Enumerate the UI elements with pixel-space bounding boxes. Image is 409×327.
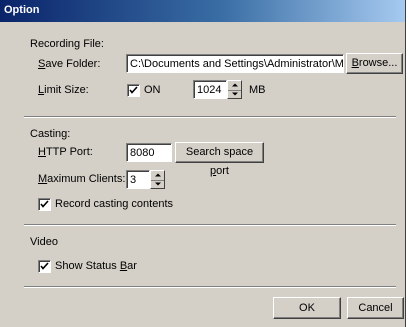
arrow-up-icon: [154, 173, 161, 177]
spin-up-button[interactable]: [151, 171, 164, 180]
separator: [24, 224, 396, 226]
limit-size-checkbox[interactable]: [127, 84, 140, 97]
save-folder-label-text: ave Folder:: [45, 58, 101, 70]
check-icon: [40, 200, 49, 208]
recording-section-label: Recording File:: [30, 38, 104, 50]
option-dialog: Option Recording File: Save Folder: C:\D…: [0, 0, 406, 327]
search-port-button-text: Search space: [185, 146, 254, 158]
check-icon: [40, 262, 49, 270]
max-clients-label: Maximum Clients:: [38, 173, 126, 185]
http-port-label-text: TTP Port:: [45, 146, 93, 158]
status-bar-checkbox[interactable]: [38, 260, 51, 273]
http-port-input[interactable]: 8080: [126, 143, 172, 162]
search-port-button-text-end: ort: [216, 165, 229, 177]
limit-size-spinner[interactable]: [227, 80, 242, 99]
window-title: Option: [4, 4, 40, 16]
video-section-label: Video: [30, 236, 58, 248]
arrow-down-icon: [231, 92, 238, 96]
record-contents-label: Record casting contents: [55, 198, 174, 210]
arrow-down-icon: [154, 182, 161, 186]
separator: [24, 116, 396, 118]
max-clients-input[interactable]: 3: [126, 170, 150, 189]
browse-button-text: rowse...: [358, 57, 398, 69]
limit-unit-label: MB: [249, 84, 266, 96]
limit-size-input[interactable]: 1024: [193, 80, 227, 99]
status-bar-label-text: Show Status: [55, 260, 120, 272]
spin-up-button[interactable]: [228, 81, 241, 90]
separator: [24, 286, 396, 288]
limit-size-label: Limit Size:: [38, 84, 89, 96]
spin-down-button[interactable]: [151, 179, 164, 189]
max-clients-spinner[interactable]: [150, 170, 165, 189]
limit-on-label: ON: [144, 84, 161, 96]
ok-button[interactable]: OK: [273, 297, 341, 319]
status-bar-label: Show Status Bar: [55, 260, 137, 272]
casting-section-label: Casting:: [30, 128, 71, 140]
save-folder-label: Save Folder:: [38, 58, 101, 70]
save-folder-input[interactable]: C:\Documents and Settings\Administrator\…: [126, 54, 344, 73]
browse-button[interactable]: Browse...: [346, 53, 403, 74]
limit-size-label-text: imit Size:: [44, 84, 89, 96]
spin-down-button[interactable]: [228, 89, 241, 99]
arrow-up-icon: [231, 83, 238, 87]
max-clients-label-text: aximum Clients:: [47, 173, 126, 185]
status-bar-label-text-end: ar: [127, 260, 137, 272]
title-bar[interactable]: Option: [0, 0, 405, 22]
search-port-button[interactable]: Search space port: [175, 142, 264, 177]
record-contents-checkbox[interactable]: [38, 198, 51, 211]
http-port-label: HTTP Port:: [38, 146, 93, 158]
check-icon: [129, 86, 138, 94]
cancel-button[interactable]: Cancel: [347, 297, 404, 319]
